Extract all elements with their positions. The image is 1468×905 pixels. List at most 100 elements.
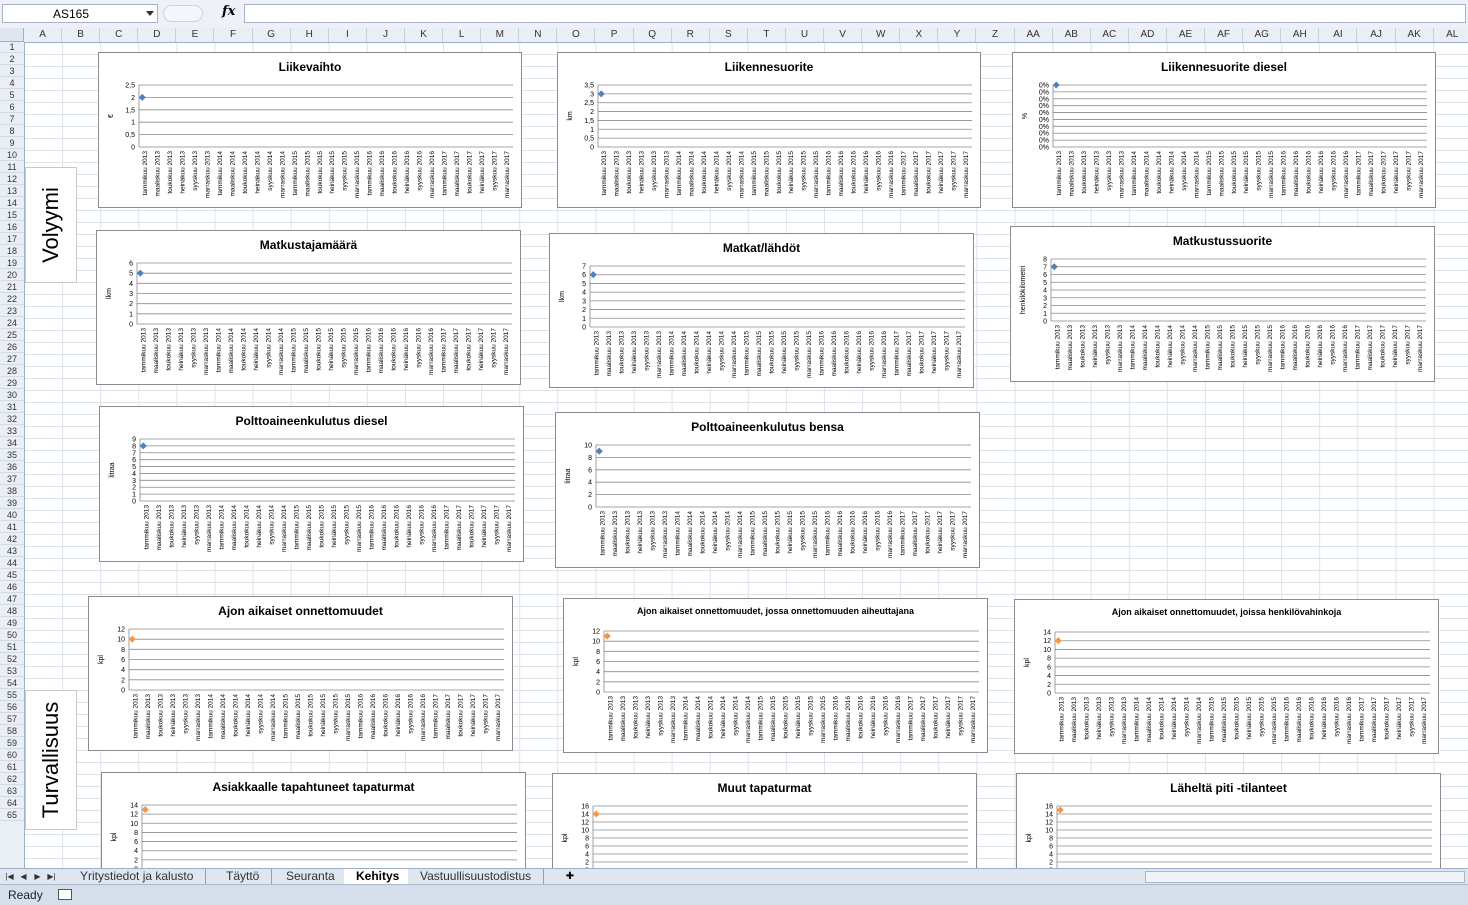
prev-sheet-icon[interactable]: ◀ <box>18 871 29 883</box>
horizontal-scrollbar[interactable] <box>1145 871 1465 883</box>
row-header-cell[interactable]: 56 <box>0 701 24 713</box>
row-header-cell[interactable]: 36 <box>0 461 24 473</box>
chart-liikennesuorite[interactable]: Liikennesuorite 0 0,5 1 1,5 2 2,5 3 3,5 km tammiku… <box>557 52 981 208</box>
row-header-cell[interactable]: 61 <box>0 761 24 773</box>
chart-matkat-lahdot[interactable]: Matkat/lähdöt 0 1 2 3 4 5 6 7 lkm tammikuu 2013 maa… <box>549 233 974 388</box>
column-header-cell[interactable]: M <box>481 28 520 42</box>
row-header-cell[interactable]: 13 <box>0 185 24 197</box>
formula-input[interactable] <box>244 4 1466 23</box>
formula-cancel-button[interactable] <box>163 5 203 22</box>
column-header-cell[interactable]: AK <box>1396 28 1434 42</box>
row-header-cell[interactable]: 30 <box>0 389 24 401</box>
row-header-cell[interactable]: 52 <box>0 653 24 665</box>
row-header-cell[interactable]: 33 <box>0 425 24 437</box>
row-header-cell[interactable]: 23 <box>0 305 24 317</box>
sheet-tab[interactable]: Yritystiedot ja kalusto <box>68 869 207 884</box>
row-header-cell[interactable]: 65 <box>0 809 24 821</box>
row-header-cell[interactable]: 3 <box>0 65 24 77</box>
chart-polttoaine-diesel[interactable]: Polttoaineenkulutus diesel 0 1 2 3 4 5 6 7 8 9 litr… <box>99 406 524 562</box>
row-header-cell[interactable]: 39 <box>0 497 24 509</box>
row-header-cell[interactable]: 27 <box>0 353 24 365</box>
chart-asiakkaalle-tapaturmat[interactable]: Asiakkaalle tapahtuneet tapaturmat024681… <box>101 772 526 882</box>
column-header-cell[interactable]: Q <box>634 28 672 42</box>
column-header-cell[interactable]: T <box>748 28 786 42</box>
insert-function-icon[interactable]: fx <box>222 4 235 19</box>
column-header-cell[interactable]: E <box>176 28 215 42</box>
column-header-cell[interactable]: W <box>862 28 901 42</box>
column-header-cell[interactable]: AF <box>1205 28 1244 42</box>
row-header-cell[interactable]: 6 <box>0 101 24 113</box>
row-header-cell[interactable]: 62 <box>0 773 24 785</box>
row-header-cell[interactable]: 21 <box>0 281 24 293</box>
row-header-cell[interactable]: 28 <box>0 365 24 377</box>
row-header-cell[interactable]: 51 <box>0 641 24 653</box>
sheet-tab[interactable]: Kehitys <box>344 869 413 884</box>
row-header-cell[interactable]: 38 <box>0 485 24 497</box>
column-header-cell[interactable]: X <box>900 28 939 42</box>
insert-sheet-icon[interactable]: ✚ <box>562 870 578 883</box>
row-header-cell[interactable]: 57 <box>0 713 24 725</box>
column-header-cell[interactable]: C <box>100 28 139 42</box>
row-header-cell[interactable]: 37 <box>0 473 24 485</box>
row-header-cell[interactable]: 47 <box>0 593 24 605</box>
row-header-cell[interactable]: 54 <box>0 677 24 689</box>
row-header-cell[interactable]: 64 <box>0 797 24 809</box>
row-header-cell[interactable]: 50 <box>0 629 24 641</box>
column-header-cell[interactable]: AJ <box>1358 28 1396 42</box>
row-header-cell[interactable]: 58 <box>0 725 24 737</box>
name-box[interactable]: AS165 <box>2 4 158 23</box>
column-header-cell[interactable]: D <box>138 28 177 42</box>
column-header-cell[interactable]: I <box>329 28 367 42</box>
row-header-cell[interactable]: 53 <box>0 665 24 677</box>
macro-record-icon[interactable] <box>58 889 72 900</box>
row-header-cell[interactable]: 41 <box>0 521 24 533</box>
column-header-cell[interactable]: AL <box>1434 28 1468 42</box>
row-header-cell[interactable]: 49 <box>0 617 24 629</box>
column-header-cell[interactable]: U <box>786 28 825 42</box>
chart-ajon-onnettomuudet[interactable]: Ajon aikaiset onnettomuudet 0 2 4 6 8 10 12 kpl t… <box>88 596 513 751</box>
last-sheet-icon[interactable]: ▶| <box>46 871 57 883</box>
row-header-cell[interactable]: 15 <box>0 209 24 221</box>
column-header-cell[interactable]: AA <box>1015 28 1053 42</box>
row-header-cell[interactable]: 16 <box>0 221 24 233</box>
row-header-cell[interactable]: 17 <box>0 233 24 245</box>
chart-matkustajamaara[interactable]: Matkustajamäärä 0 1 2 3 4 5 6 lkm tammikuu 2013 ma… <box>96 230 521 385</box>
column-header-cell[interactable]: Y <box>938 28 977 42</box>
column-header-cell[interactable]: AC <box>1091 28 1129 42</box>
column-header-cell[interactable]: AG <box>1243 28 1282 42</box>
column-header-cell[interactable]: F <box>215 28 253 42</box>
next-sheet-icon[interactable]: ▶ <box>32 871 43 883</box>
row-header-cell[interactable]: 29 <box>0 377 24 389</box>
chart-lahelta-piti[interactable]: Läheltä piti -tilanteet0246810121416kpl <box>1016 773 1441 883</box>
select-all-corner[interactable] <box>0 28 24 42</box>
row-header-cell[interactable]: 31 <box>0 401 24 413</box>
row-header-cell[interactable]: 55 <box>0 689 24 701</box>
row-header-cell[interactable]: 18 <box>0 245 24 257</box>
column-header-cell[interactable]: G <box>253 28 291 42</box>
chart-ajon-aiheuttajana[interactable]: Ajon aikaiset onnettomuudet, jossa onnet… <box>563 598 988 753</box>
sheet-tab[interactable]: Vastuullisuustodistus <box>408 869 545 884</box>
column-header-cell[interactable]: AE <box>1167 28 1206 42</box>
row-header-cell[interactable]: 11 <box>0 161 24 173</box>
row-header-cell[interactable]: 46 <box>0 581 24 593</box>
row-header-cell[interactable]: 35 <box>0 449 24 461</box>
column-header-cell[interactable]: S <box>710 28 748 42</box>
row-header-cell[interactable]: 60 <box>0 749 24 761</box>
section-label-safety[interactable]: Turvallisuus <box>25 690 77 830</box>
row-header-cell[interactable]: 4 <box>0 77 24 89</box>
column-header-cell[interactable]: N <box>519 28 558 42</box>
row-header-cell[interactable]: 42 <box>0 533 24 545</box>
row-header-cell[interactable]: 63 <box>0 785 24 797</box>
row-header-cell[interactable]: 59 <box>0 737 24 749</box>
column-header-cell[interactable]: P <box>596 28 634 42</box>
row-header-cell[interactable]: 20 <box>0 269 24 281</box>
chart-matkustussuorite[interactable]: Matkustussuorite 0 1 2 3 4 5 6 7 8 henkilökilometr… <box>1010 226 1435 382</box>
column-header-cell[interactable]: AB <box>1053 28 1091 42</box>
row-header-cell[interactable]: 19 <box>0 257 24 269</box>
row-header-cell[interactable]: 25 <box>0 329 24 341</box>
column-header-cell[interactable]: R <box>672 28 710 42</box>
column-header-cell[interactable]: A <box>24 28 63 42</box>
column-header-cell[interactable]: O <box>557 28 596 42</box>
row-header-cell[interactable]: 24 <box>0 317 24 329</box>
row-header-cell[interactable]: 43 <box>0 545 24 557</box>
